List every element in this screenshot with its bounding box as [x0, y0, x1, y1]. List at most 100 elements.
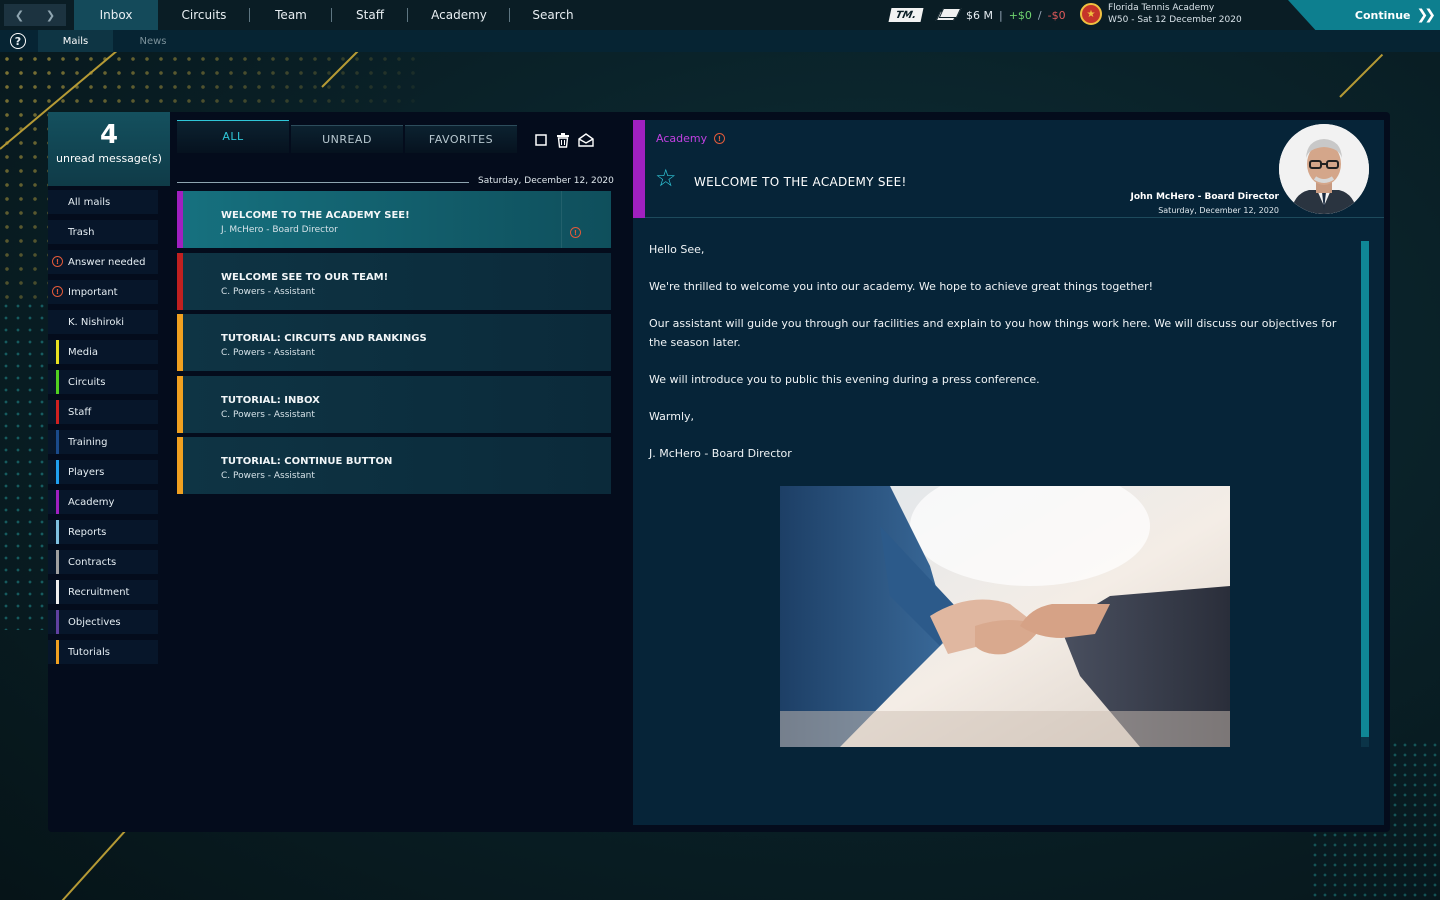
finances-summary[interactable]: $6 M | +$0 / -$0	[935, 8, 1066, 22]
mail-item-sender: C. Powers - Assistant	[221, 471, 315, 481]
folder-recruitment[interactable]: Recruitment	[48, 580, 158, 604]
trash-icon[interactable]	[555, 132, 571, 148]
folder-contracts[interactable]: Contracts	[48, 550, 158, 574]
folder-color-bar	[56, 400, 59, 424]
folder-color-bar	[56, 460, 59, 484]
help-icon[interactable]: ?	[10, 33, 26, 49]
folder-reports[interactable]: Reports	[48, 520, 158, 544]
mail-body: Hello See, We're thrilled to welcome you …	[649, 240, 1349, 481]
folder-staff[interactable]: Staff	[48, 400, 158, 424]
mail-item-divider	[561, 191, 562, 248]
folder-k-nishiroki[interactable]: K. Nishiroki	[48, 310, 158, 334]
history-arrows: ❮ ❯	[4, 4, 66, 26]
folder-label: Academy	[68, 496, 115, 508]
mail-category-stripe	[177, 314, 183, 371]
top-navigation-bar: ❮ ❯ Inbox Circuits Team Staff Academy Se…	[0, 0, 1440, 30]
folder-trash[interactable]: Trash	[48, 220, 158, 244]
folder-list: All mails Trash ! Answer needed! Important K.…	[48, 190, 158, 670]
scrollbar-thumb[interactable]	[1361, 241, 1369, 737]
subtab-mails[interactable]: Mails	[38, 30, 113, 52]
mail-body-paragraph: Warmly,	[649, 410, 695, 423]
nav-tab-academy[interactable]: Academy	[408, 0, 510, 30]
background-dots-left	[0, 300, 50, 630]
mail-category-stripe	[177, 191, 183, 248]
filter-tab-all[interactable]: ALL	[177, 120, 289, 153]
mail-body-paragraph: We will introduce you to public this eve…	[649, 373, 1040, 386]
nav-tab-team-label: Team	[275, 8, 307, 22]
folder-players[interactable]: Players	[48, 460, 158, 484]
folder-label: Staff	[68, 406, 92, 418]
folder-academy[interactable]: Academy	[48, 490, 158, 514]
mail-body-paragraph: Hello See,	[649, 243, 705, 256]
folder-label: Circuits	[68, 376, 106, 388]
folder-label: Important	[68, 286, 118, 298]
continue-button[interactable]: Continue ❯❯	[1288, 0, 1440, 30]
warning-icon: !	[52, 286, 63, 297]
nav-tab-staff[interactable]: Staff	[332, 0, 408, 30]
expense: -$0	[1047, 8, 1066, 22]
filter-tab-unread[interactable]: UNREAD	[291, 125, 403, 153]
money-icon	[935, 8, 962, 22]
nav-tab-academy-label: Academy	[431, 8, 487, 22]
balance: $6 M	[966, 8, 993, 22]
folder-training[interactable]: Training	[48, 430, 158, 454]
income: +$0	[1008, 8, 1032, 22]
mail-item[interactable]: TUTORIAL: CONTINUE BUTTON C. Powers - Ass…	[177, 437, 611, 494]
mail-body-paragraph: We're thrilled to welcome you into our a…	[649, 280, 1154, 293]
mark-read-envelope-icon[interactable]	[578, 132, 594, 148]
filter-tab-favorites[interactable]: FAVORITES	[405, 125, 517, 153]
mail-detail-header: Academy ! ☆ WELCOME TO THE ACADEMY SEE! …	[633, 120, 1384, 218]
club-logo-icon: ★	[1080, 3, 1102, 25]
folder-important[interactable]: ! Important	[48, 280, 158, 304]
forward-arrow-icon[interactable]: ❯	[35, 4, 66, 26]
unread-counter: 4 unread message(s)	[48, 112, 170, 186]
folder-media[interactable]: Media	[48, 340, 158, 364]
mail-body-paragraph: J. McHero - Board Director	[649, 447, 792, 460]
club-info[interactable]: ★ Florida Tennis Academy W50 - Sat 12 De…	[1080, 2, 1242, 26]
current-date: W50 - Sat 12 December 2020	[1108, 15, 1242, 25]
back-arrow-icon[interactable]: ❮	[4, 4, 35, 26]
mail-category-stripe	[177, 252, 183, 310]
folder-objectives[interactable]: Objectives	[48, 610, 158, 634]
folder-label: K. Nishiroki	[68, 316, 125, 328]
mail-item-sender: C. Powers - Assistant	[221, 409, 315, 420]
select-all-checkbox-icon[interactable]	[533, 132, 549, 148]
mail-item[interactable]: TUTORIAL: CIRCUITS AND RANKINGS C. Powers…	[177, 314, 611, 371]
subtab-news[interactable]: News	[113, 30, 193, 52]
date-divider	[177, 182, 469, 183]
mail-item-sender: C. Powers - Assistant	[221, 286, 315, 297]
mail-item[interactable]: WELCOME TO THE ACADEMY SEE! J. McHero - B…	[177, 191, 611, 248]
sub-navigation-bar	[0, 30, 1440, 52]
decor-line	[1339, 53, 1384, 98]
nav-tab-search[interactable]: Search	[510, 0, 596, 30]
folder-all-mails[interactable]: All mails	[48, 190, 158, 214]
folder-label: Answer needed	[68, 256, 146, 268]
folder-color-bar	[56, 520, 59, 544]
mail-category-stripe	[177, 375, 183, 433]
folder-answer-needed[interactable]: ! Answer needed	[48, 250, 158, 274]
folder-color-bar	[56, 370, 59, 394]
handshake-photo	[780, 486, 1230, 747]
folder-circuits[interactable]: Circuits	[48, 370, 158, 394]
mail-item[interactable]: TUTORIAL: INBOX C. Powers - Assistant	[177, 375, 611, 433]
mail-item-subject: TUTORIAL: CONTINUE BUTTON	[221, 456, 393, 467]
mail-detail: Academy ! ☆ WELCOME TO THE ACADEMY SEE! …	[633, 120, 1384, 825]
mail-date: Saturday, December 12, 2020	[1158, 206, 1279, 215]
nav-tab-circuits[interactable]: Circuits	[158, 0, 250, 30]
mail-category-stripe	[177, 437, 183, 494]
mail-category: Academy	[656, 132, 708, 145]
continue-label: Continue	[1354, 8, 1411, 22]
folder-tutorials[interactable]: Tutorials	[48, 640, 158, 664]
unread-count: 4	[99, 120, 119, 150]
sender-name: John McHero - Board Director	[1130, 192, 1279, 202]
folder-color-bar	[56, 490, 59, 514]
nav-tab-circuits-label: Circuits	[181, 8, 227, 22]
mail-item[interactable]: WELCOME SEE TO OUR TEAM! C. Powers - Assi…	[177, 252, 611, 310]
favorite-star-icon[interactable]: ☆	[655, 166, 677, 190]
nav-tab-inbox[interactable]: Inbox	[74, 0, 158, 30]
nav-tab-team[interactable]: Team	[250, 0, 332, 30]
mail-subject: WELCOME TO THE ACADEMY SEE!	[694, 175, 907, 189]
folder-label: Reports	[68, 526, 107, 538]
folder-label: Contracts	[68, 556, 117, 568]
club-name: Florida Tennis Academy	[1108, 3, 1215, 13]
